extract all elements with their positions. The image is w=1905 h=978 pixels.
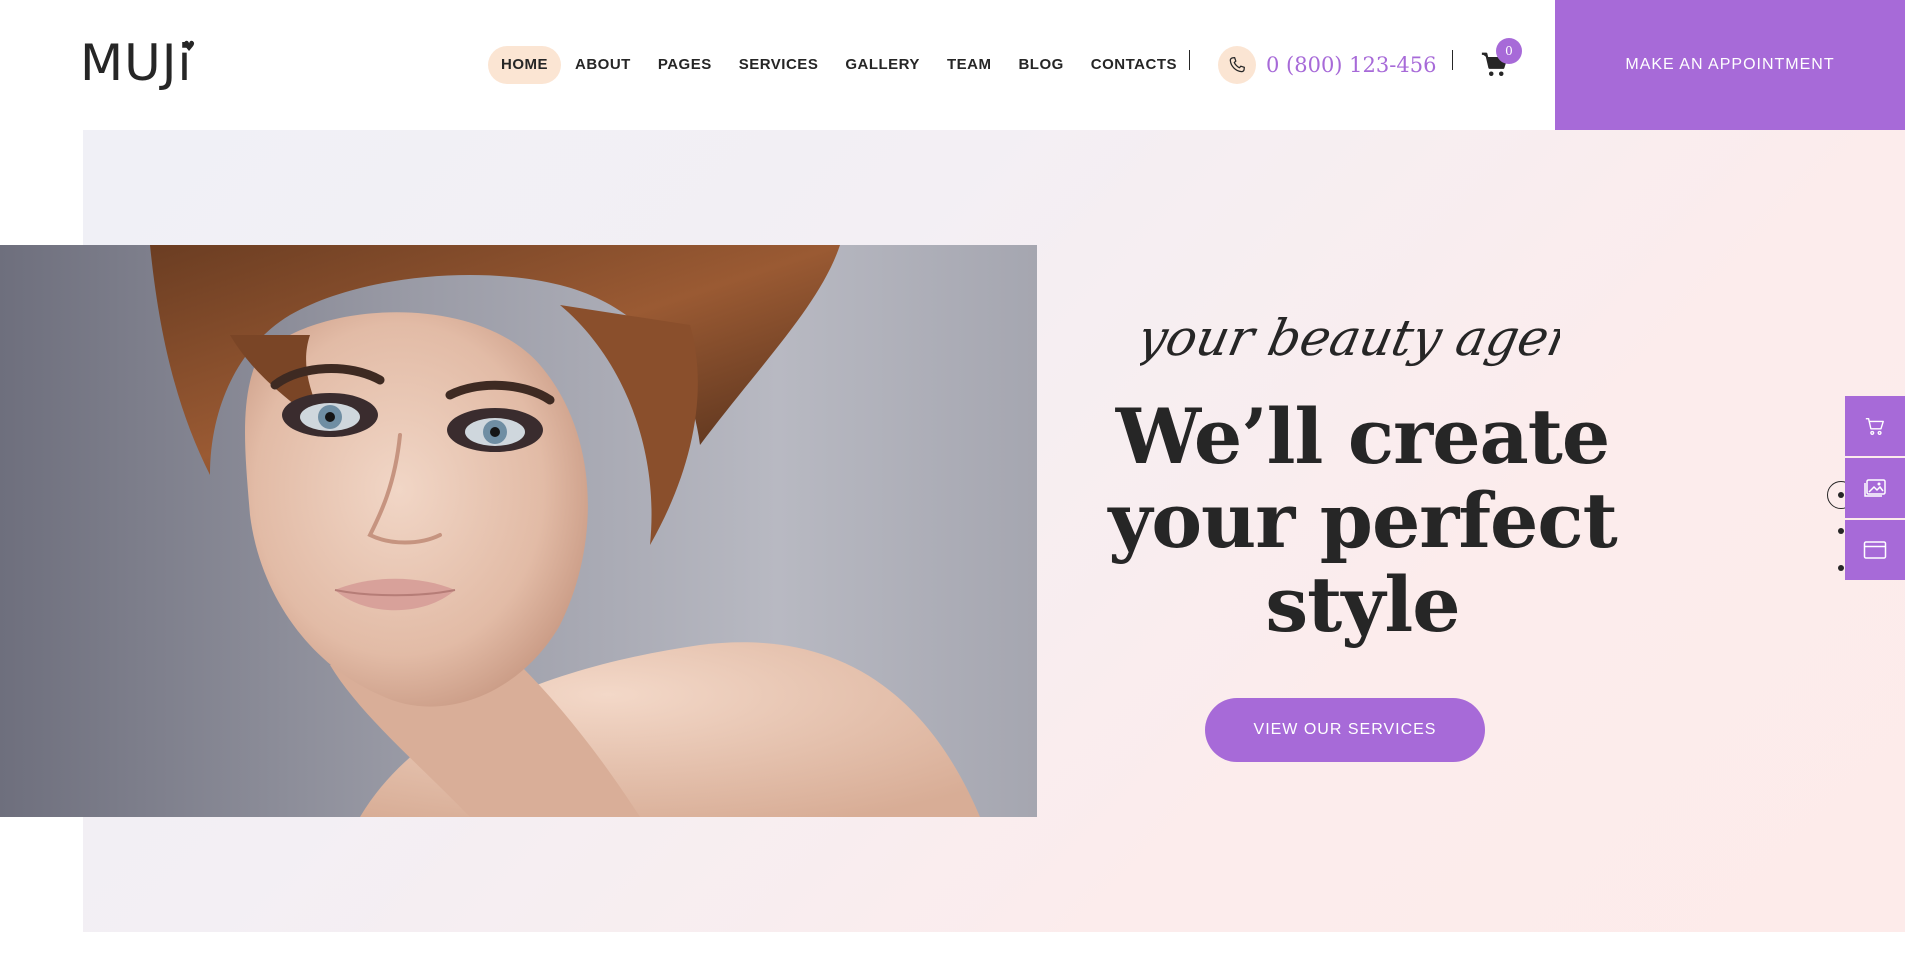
cart-icon: [1865, 417, 1884, 435]
slider-dot-2[interactable]: [1838, 528, 1844, 534]
phone-divider: [1452, 50, 1453, 70]
nav-item-services[interactable]: SERVICES: [726, 46, 832, 84]
nav-divider: [1189, 50, 1190, 70]
script-tagline-text: your beauty agent: [1140, 309, 1560, 367]
side-cart-button[interactable]: [1845, 396, 1905, 456]
hero-title-line-2: your perfect: [1108, 476, 1618, 565]
browser-window-icon: [1863, 541, 1887, 559]
main-nav: HOME ABOUT PAGES SERVICES GALLERY TEAM B…: [488, 46, 1191, 84]
logo[interactable]: MUJi ♥: [80, 38, 195, 88]
make-appointment-button[interactable]: MAKE AN APPOINTMENT: [1555, 0, 1905, 130]
nav-item-about[interactable]: ABOUT: [562, 46, 644, 84]
side-gallery-button[interactable]: [1845, 458, 1905, 518]
phone-contact[interactable]: 0 (800) 123-456: [1218, 46, 1436, 84]
hero-title-line-1: We’ll create: [1115, 392, 1611, 481]
site-header: MUJi ♥ HOME ABOUT PAGES SERVICES GALLERY…: [0, 0, 1905, 130]
slider-dot-1[interactable]: [1838, 492, 1844, 498]
side-quick-panel: [1845, 396, 1905, 582]
hero-title: We’ll create your perfect style: [1090, 395, 1635, 647]
cart-count-badge: 0: [1496, 38, 1522, 64]
nav-item-team[interactable]: TEAM: [934, 46, 1005, 84]
nav-item-home[interactable]: HOME: [488, 46, 561, 84]
hero-model-photo: [0, 245, 1037, 817]
nav-item-pages[interactable]: PAGES: [645, 46, 725, 84]
view-services-button[interactable]: VIEW OUR SERVICES: [1205, 698, 1485, 762]
logo-text: MUJi: [80, 34, 193, 92]
nav-item-gallery[interactable]: GALLERY: [832, 46, 933, 84]
side-window-button[interactable]: [1845, 520, 1905, 580]
phone-number[interactable]: 0 (800) 123-456: [1266, 53, 1436, 77]
slider-dot-3[interactable]: [1838, 565, 1844, 571]
hero-title-line-3: style: [1265, 560, 1460, 649]
nav-item-contacts[interactable]: CONTACTS: [1078, 46, 1190, 84]
gallery-icon: [1864, 479, 1886, 497]
script-tagline: your beauty agent: [1140, 309, 1560, 367]
nav-item-blog[interactable]: BLOG: [1005, 46, 1076, 84]
phone-icon: [1218, 46, 1256, 84]
heart-icon: ♥: [182, 39, 197, 55]
